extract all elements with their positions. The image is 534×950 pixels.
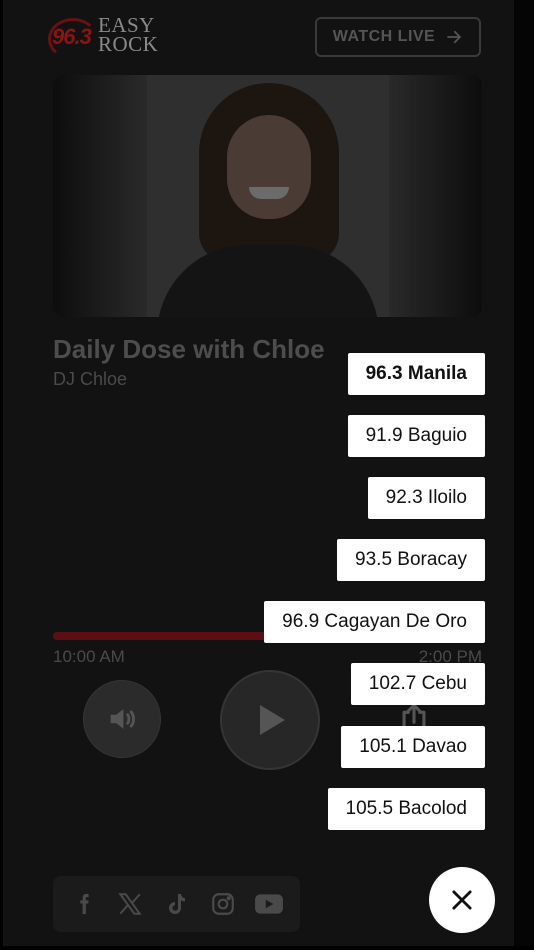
station-option[interactable]: 105.1 Davao — [341, 726, 485, 768]
station-option[interactable]: 102.7 Cebu — [350, 663, 485, 705]
station-option[interactable]: 105.5 Bacolod — [327, 788, 485, 830]
station-option[interactable]: 91.9 Baguio — [347, 415, 485, 457]
station-option[interactable]: 96.3 Manila — [347, 353, 485, 395]
station-option[interactable]: 92.3 Iloilo — [367, 477, 485, 519]
close-menu-button[interactable] — [429, 867, 495, 933]
close-icon — [452, 890, 472, 910]
station-option[interactable]: 93.5 Boracay — [337, 539, 485, 581]
station-option[interactable]: 96.9 Cagayan De Oro — [264, 601, 485, 643]
